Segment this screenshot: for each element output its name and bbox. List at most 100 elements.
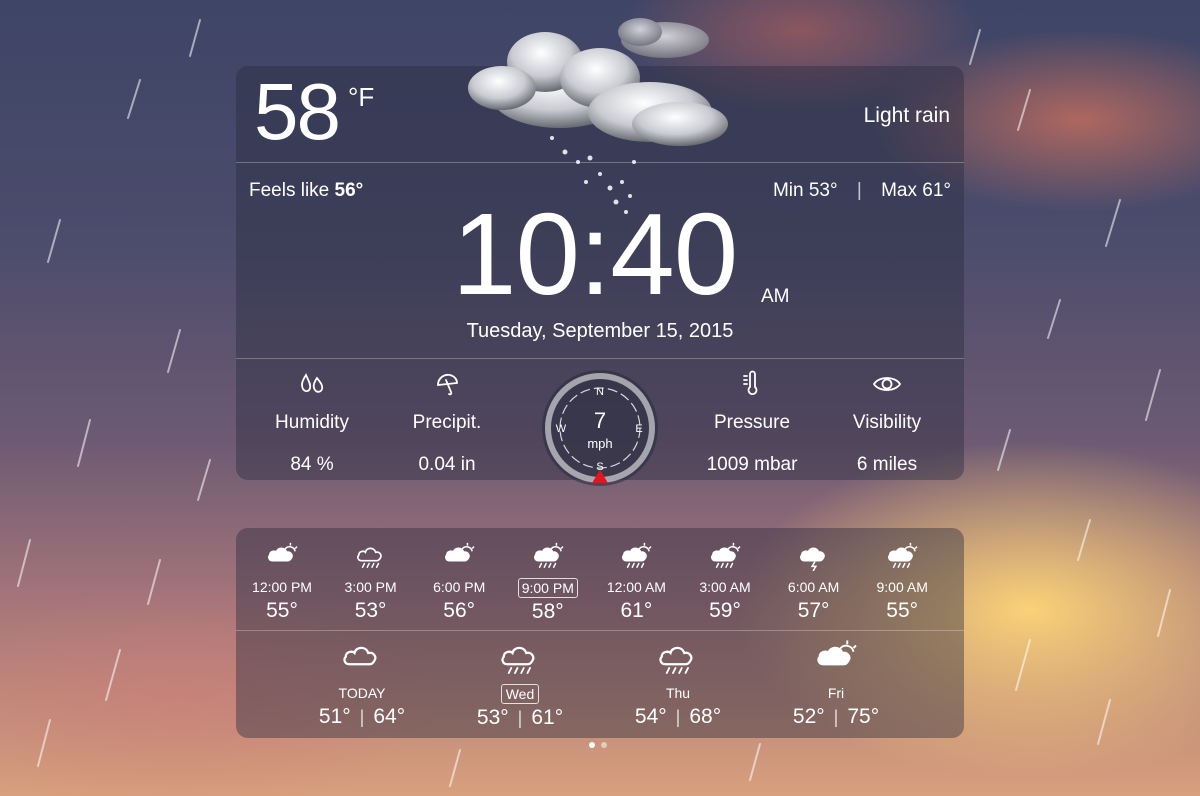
hourly-time: 9:00 AM	[876, 579, 928, 595]
cloud-sun-rain-icon	[856, 540, 948, 572]
cloud-rain-icon	[445, 640, 595, 676]
daily-high: 61°	[531, 706, 564, 729]
visibility-metric: Visibility 6 miles	[817, 370, 957, 476]
wind-speed: 7	[594, 408, 606, 433]
hourly-item[interactable]: 3:00 PM 53°	[325, 540, 417, 623]
daily-range: 53° | 61°	[445, 706, 595, 730]
daily-low: 52°	[792, 705, 825, 728]
hourly-time: 6:00 PM	[433, 579, 486, 595]
divider	[236, 630, 964, 631]
cloud-sun-icon	[413, 540, 505, 572]
hourly-temperature: 58°	[531, 600, 564, 623]
humidity-label: Humidity	[275, 412, 349, 433]
pressure-metric: Pressure 1009 mbar	[682, 370, 822, 476]
max-label: Max	[881, 180, 917, 201]
feels-like: Feels like 56°	[249, 180, 363, 202]
humidity-metric: Humidity 84 %	[242, 370, 382, 476]
daily-item[interactable]: Fri 52° | 75°	[761, 640, 911, 729]
cloud-sun-rain-icon	[679, 540, 771, 572]
daily-day: TODAY	[338, 685, 386, 701]
hourly-item[interactable]: 12:00 AM 61°	[590, 540, 682, 623]
hourly-item[interactable]: 6:00 AM 57°	[768, 540, 860, 623]
clock-date[interactable]: Tuesday, September 15, 2015	[0, 320, 1200, 343]
hourly-time: 12:00 AM	[606, 579, 666, 595]
min-value: 53°	[808, 180, 838, 201]
daily-item[interactable]: Wed 53° | 61°	[445, 640, 595, 730]
daily-range: 52° | 75°	[761, 705, 911, 729]
cloud-storm-icon	[768, 540, 860, 572]
daily-item[interactable]: TODAY 51° | 64°	[287, 640, 437, 729]
compass-north: N	[596, 386, 604, 398]
cloud-rain-icon	[603, 640, 753, 676]
daily-high: 68°	[689, 705, 722, 728]
page-dot[interactable]	[589, 742, 595, 748]
daily-range: 54° | 68°	[603, 705, 753, 729]
cloud-sun-rain-icon	[590, 540, 682, 572]
hourly-temperature: 53°	[354, 599, 387, 622]
daily-high: 75°	[847, 705, 880, 728]
daily-low: 51°	[318, 705, 351, 728]
separator: |	[359, 707, 365, 727]
separator: |	[675, 707, 681, 727]
cloud-rain-icon	[325, 540, 417, 572]
hourly-time: 9:00 PM	[517, 578, 578, 598]
daily-low: 53°	[476, 706, 509, 729]
current-temperature: 58	[254, 67, 341, 156]
daily-range: 51° | 64°	[287, 705, 437, 729]
separator: |	[833, 707, 839, 727]
precipitation-metric: Precipit. 0.04 in	[377, 370, 517, 476]
visibility-label: Visibility	[852, 412, 922, 433]
daily-high: 64°	[373, 705, 406, 728]
max-value: 61°	[922, 180, 951, 201]
hourly-time: 12:00 PM	[252, 579, 312, 595]
daily-day: Wed	[500, 684, 540, 704]
temperature-unit: °F	[348, 82, 375, 112]
hourly-temperature: 56°	[443, 599, 476, 622]
feels-like-label: Feels like	[249, 180, 330, 201]
clock-time[interactable]: 10:40	[452, 196, 738, 312]
hourly-item[interactable]: 6:00 PM 56°	[413, 540, 505, 623]
separator: |	[517, 708, 523, 728]
hourly-time: 3:00 AM	[699, 579, 751, 595]
daily-item[interactable]: Thu 54° | 68°	[603, 640, 753, 729]
hourly-item[interactable]: 9:00 AM 55°	[856, 540, 948, 623]
compass-west: W	[556, 423, 567, 435]
pressure-value: 1009 mbar	[706, 454, 798, 475]
cloud-sun-icon	[236, 540, 328, 572]
cloud-sun-icon	[761, 640, 911, 676]
hourly-time: 6:00 AM	[787, 579, 840, 595]
visibility-value: 6 miles	[856, 454, 918, 475]
hourly-temperature: 61°	[620, 599, 653, 622]
cloud-icon	[287, 640, 437, 676]
hourly-temperature: 57°	[797, 599, 830, 622]
weather-condition: Light rain	[863, 104, 950, 127]
eye-icon	[817, 370, 957, 398]
precipitation-label: Precipit.	[412, 412, 482, 433]
clock-ampm: AM	[761, 286, 790, 307]
precipitation-value: 0.04 in	[418, 454, 476, 475]
hourly-item[interactable]: 12:00 PM 55°	[236, 540, 328, 623]
hourly-temperature: 59°	[709, 599, 741, 622]
cloud-sun-rain-icon	[502, 540, 594, 572]
divider	[236, 358, 964, 359]
thermometer-icon	[682, 370, 822, 398]
hourly-temperature: 55°	[886, 599, 919, 622]
wind-compass[interactable]: N E W S 7 mph	[540, 370, 660, 490]
umbrella-icon	[377, 370, 517, 398]
page-dot[interactable]	[601, 742, 607, 748]
compass-east: E	[635, 423, 642, 435]
min-label: Min	[772, 180, 804, 201]
hourly-temperature: 55°	[266, 599, 298, 622]
wind-unit: mph	[587, 436, 612, 451]
daily-day: Fri	[827, 685, 845, 701]
drops-icon	[242, 370, 382, 398]
page-indicator[interactable]	[589, 742, 607, 748]
humidity-value: 84 %	[290, 454, 334, 475]
daily-low: 54°	[634, 705, 667, 728]
hourly-time: 3:00 PM	[344, 579, 397, 595]
pressure-label: Pressure	[713, 412, 791, 433]
separator: |	[856, 180, 862, 201]
hourly-item[interactable]: 3:00 AM 59°	[679, 540, 771, 623]
hourly-item[interactable]: 9:00 PM 58°	[502, 540, 594, 624]
min-max-temperature: Min 53° | Max 61°	[773, 180, 951, 202]
